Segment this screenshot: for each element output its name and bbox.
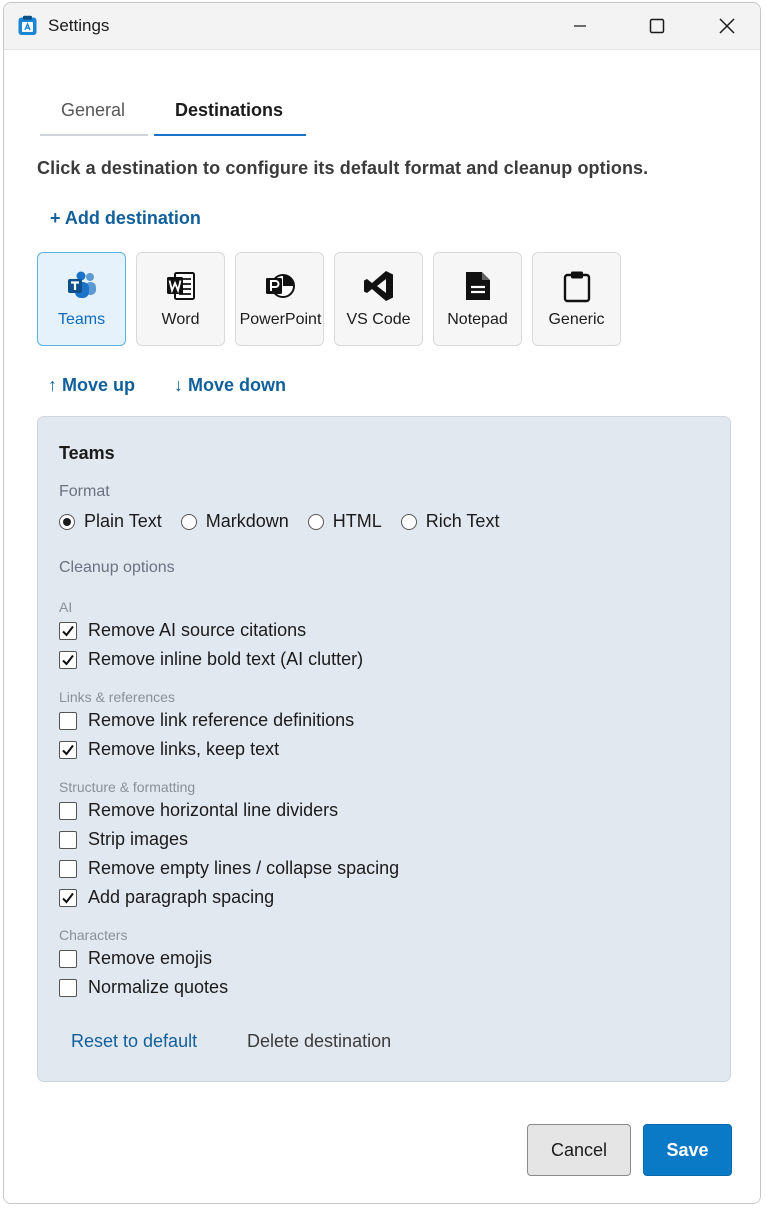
teams-icon [68,271,96,298]
destination-label: VS Code [346,311,411,328]
maximize-button[interactable] [622,3,692,49]
radio-selected-dot [63,517,71,526]
clipboard-app-icon [18,15,37,35]
checkbox[interactable] [59,978,77,997]
destination-settings-panel: Teams Format Plain Text Markdown HTML Ri… [37,416,731,1082]
checkbox-label: Remove AI source citations [88,620,307,640]
destination-label: PowerPoint [239,311,322,328]
checkbox[interactable] [59,650,77,669]
option-remove-inline-bold[interactable]: Remove inline bold text (AI clutter) [59,649,363,670]
tab-general-underline [40,134,148,136]
tab-destinations[interactable]: Destinations [175,100,283,121]
radio-label: Markdown [205,511,289,531]
move-up-link[interactable]: ↑ Move up [48,375,135,396]
cancel-button[interactable]: Cancel [527,1124,631,1176]
destination-label: Generic [548,311,605,328]
group-label-links: Links & references [59,689,175,705]
checkmark-icon [62,625,74,637]
settings-content: General Destinations Click a destination… [4,49,760,1203]
format-radio-group: Plain Text Markdown HTML Rich Text [59,511,518,532]
word-icon [167,272,195,300]
checkbox[interactable] [59,859,77,878]
option-remove-ai-citations[interactable]: Remove AI source citations [59,620,306,641]
close-icon [719,18,735,34]
close-button[interactable] [692,3,760,49]
format-rich-text-radio[interactable]: Rich Text [400,511,500,532]
format-html-radio[interactable]: HTML [307,511,382,532]
checkbox-label: Remove links, keep text [88,739,280,759]
cleanup-options-label: Cleanup options [59,559,175,576]
add-destination-link[interactable]: + Add destination [50,208,201,229]
option-remove-empty-lines[interactable]: Remove empty lines / collapse spacing [59,858,399,879]
checkbox[interactable] [59,740,77,759]
radio-button[interactable] [180,513,197,530]
checkbox-label: Remove inline bold text (AI clutter) [88,649,364,669]
minimize-button[interactable] [545,3,615,49]
format-plain-text-radio[interactable]: Plain Text [59,511,162,532]
destination-word[interactable]: Word [136,252,225,346]
option-normalize-quotes[interactable]: Normalize quotes [59,977,228,998]
reset-to-default-button[interactable]: Reset to default [71,1031,197,1052]
checkbox-label: Add paragraph spacing [88,887,275,907]
option-remove-horizontal-lines[interactable]: Remove horizontal line dividers [59,800,338,821]
checkbox[interactable] [59,888,77,907]
checkmark-icon [62,744,74,756]
format-label: Format [59,483,110,500]
radio-label: Plain Text [84,511,162,531]
checkbox[interactable] [59,711,77,730]
checkbox-label: Remove emojis [88,948,213,968]
radio-button[interactable] [400,513,417,530]
intro-text: Click a destination to configure its def… [37,158,649,178]
destination-label: Notepad [447,311,508,328]
checkbox[interactable] [59,621,77,640]
group-label-structure: Structure & formatting [59,779,196,795]
window-title: Settings [48,16,110,35]
checkmark-icon [62,654,74,666]
destination-label: Teams [57,311,106,328]
checkbox-label: Remove link reference definitions [88,710,355,730]
vscode-icon [364,271,393,301]
option-remove-links-keep-text[interactable]: Remove links, keep text [59,739,279,760]
notepad-icon [466,272,490,300]
tab-general[interactable]: General [61,100,125,121]
radio-label: Rich Text [425,511,500,531]
option-remove-link-reference-definitions[interactable]: Remove link reference definitions [59,710,354,731]
checkbox[interactable] [59,949,77,968]
destination-label: Word [161,311,200,328]
radio-button[interactable] [307,513,324,530]
option-strip-images[interactable]: Strip images [59,829,188,850]
option-remove-emojis[interactable]: Remove emojis [59,948,212,969]
destination-notepad[interactable]: Notepad [433,252,522,346]
checkbox-label: Normalize quotes [88,977,229,997]
powerpoint-icon [266,274,295,298]
radio-label: HTML [332,511,382,531]
destination-powerpoint[interactable]: PowerPoint [235,252,324,346]
title-bar: Settings [4,3,760,49]
checkbox[interactable] [59,801,77,820]
destination-teams[interactable]: Teams [37,252,126,346]
checkbox-label: Remove horizontal line dividers [88,800,339,820]
delete-destination-button[interactable]: Delete destination [247,1031,391,1052]
checkbox-label: Remove empty lines / collapse spacing [88,858,400,878]
group-label-ai: AI [59,599,73,615]
option-add-paragraph-spacing[interactable]: Add paragraph spacing [59,887,274,908]
move-down-link[interactable]: ↓ Move down [174,375,286,396]
maximize-icon [649,18,665,34]
minimize-icon [574,25,586,27]
clipboard-icon [563,271,591,303]
checkbox-label: Strip images [88,829,189,849]
checkmark-icon [62,892,74,904]
group-label-characters: Characters [59,927,128,943]
format-markdown-radio[interactable]: Markdown [180,511,289,532]
panel-title: Teams [59,443,115,463]
settings-window: Settings General Destinations Click a de… [3,2,761,1204]
destination-vscode[interactable]: VS Code [334,252,423,346]
radio-button[interactable] [59,513,75,530]
checkbox[interactable] [59,830,77,849]
destination-generic[interactable]: Generic [532,252,621,346]
save-button[interactable]: Save [643,1124,732,1176]
tab-destinations-underline [154,134,306,136]
